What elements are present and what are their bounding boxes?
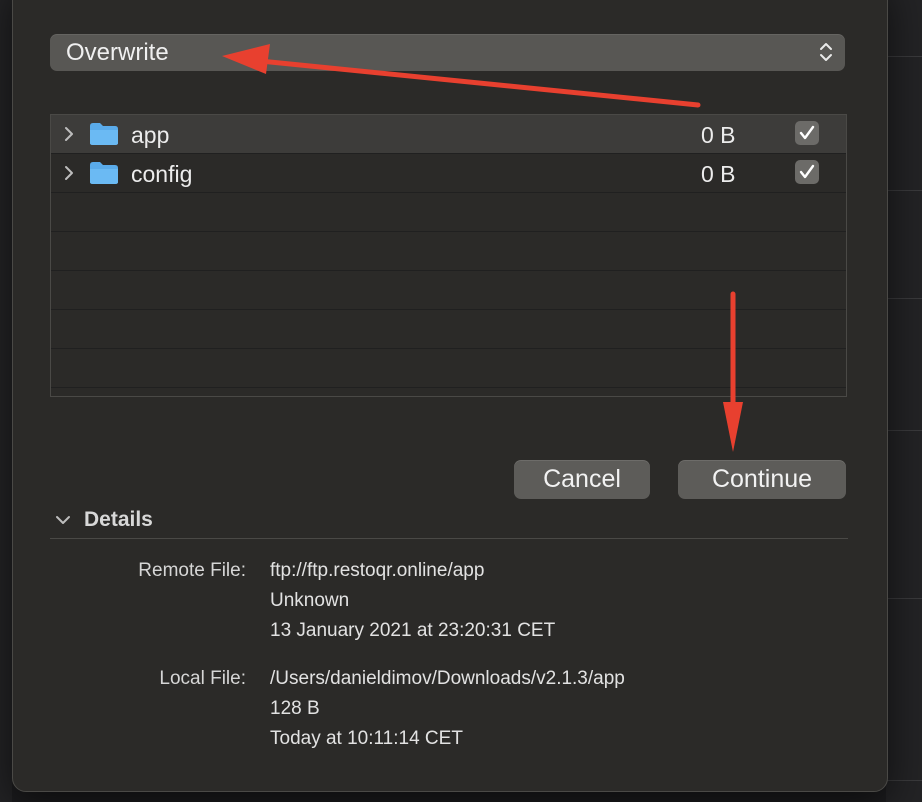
remote-file-size: Unknown xyxy=(270,590,350,611)
file-name: app xyxy=(131,122,170,148)
details-label: Details xyxy=(84,508,153,531)
file-list: app 0 B config 0 B xyxy=(50,114,847,397)
file-row[interactable]: app 0 B xyxy=(51,115,846,154)
background-divider xyxy=(886,298,922,299)
local-file-path: /Users/danieldimov/Downloads/v2.1.3/app xyxy=(270,668,625,689)
background-divider xyxy=(886,190,922,191)
folder-icon xyxy=(90,123,118,145)
remote-file-label: Remote File: xyxy=(138,560,246,581)
empty-row xyxy=(51,271,846,310)
checkmark-icon xyxy=(799,164,815,179)
background-divider xyxy=(886,780,922,781)
conflict-mode-value: Overwrite xyxy=(66,38,169,66)
background-divider xyxy=(886,598,922,599)
empty-row xyxy=(51,310,846,349)
file-checkbox[interactable] xyxy=(795,160,819,184)
local-file-label: Local File: xyxy=(159,668,246,689)
empty-row xyxy=(51,193,846,232)
remote-file-info: ftp://ftp.restoqr.online/app Unknown 13 … xyxy=(270,556,555,646)
file-name: config xyxy=(131,161,193,187)
up-down-chevron-icon xyxy=(820,43,832,61)
empty-row xyxy=(51,388,846,396)
conflict-mode-popup[interactable]: Overwrite xyxy=(50,34,845,71)
background-window-right xyxy=(886,0,922,802)
checkmark-icon xyxy=(799,125,815,140)
disclosure-chevron-icon[interactable] xyxy=(63,126,75,142)
local-file-date: Today at 10:11:14 CET xyxy=(270,728,463,749)
disclosure-chevron-icon[interactable] xyxy=(63,165,75,181)
details-separator xyxy=(50,538,848,539)
background-divider xyxy=(886,430,922,431)
remote-file-path: ftp://ftp.restoqr.online/app xyxy=(270,560,485,581)
background-window-left xyxy=(0,0,12,802)
empty-row xyxy=(51,232,846,271)
chevron-down-icon xyxy=(56,516,70,524)
file-row[interactable]: config 0 B xyxy=(51,154,846,193)
background-divider xyxy=(886,56,922,57)
folder-icon xyxy=(90,162,118,184)
local-file-info: /Users/danieldimov/Downloads/v2.1.3/app … xyxy=(270,664,625,754)
remote-file-date: 13 January 2021 at 23:20:31 CET xyxy=(270,620,556,641)
file-size: 0 B xyxy=(701,122,736,148)
details-disclosure[interactable]: Details xyxy=(54,508,153,532)
continue-button[interactable]: Continue xyxy=(678,460,846,499)
empty-row xyxy=(51,349,846,388)
file-size: 0 B xyxy=(701,161,736,187)
cancel-button[interactable]: Cancel xyxy=(514,460,650,499)
local-file-size: 128 B xyxy=(270,698,320,719)
file-checkbox[interactable] xyxy=(795,121,819,145)
